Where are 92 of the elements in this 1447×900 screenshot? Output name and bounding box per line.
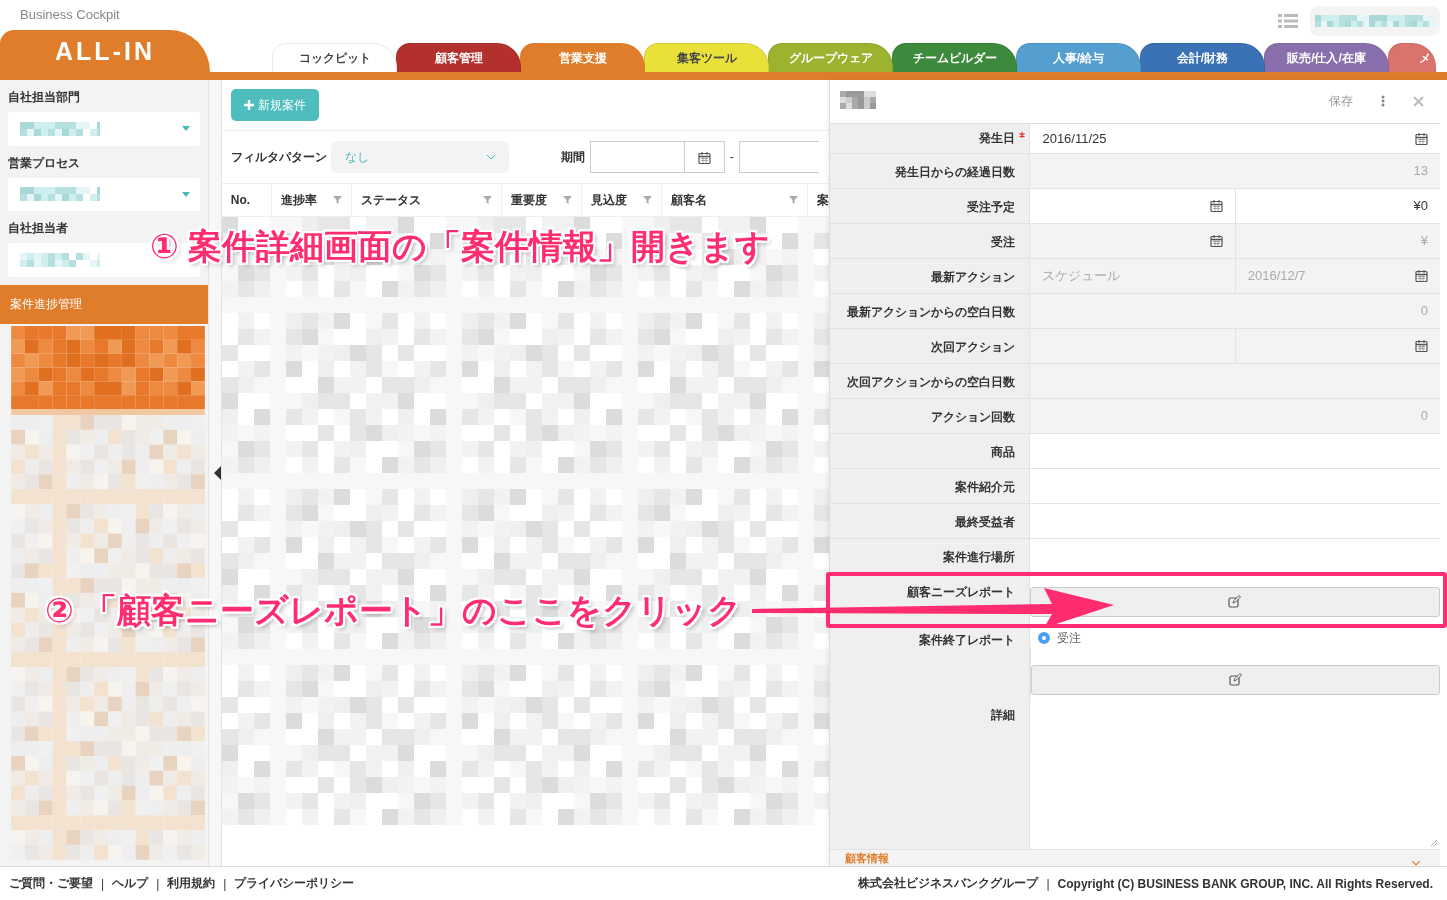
calendar-icon: [1415, 269, 1428, 283]
copyright-text: Copyright (C) BUSINESS BANK GROUP, INC. All Rights Reserved.: [1057, 876, 1433, 891]
column-header[interactable]: 進捗率: [271, 184, 352, 216]
filter-icon: [562, 196, 572, 204]
chevron-icon: [1412, 861, 1420, 866]
filter-label: 自社担当部門: [8, 89, 81, 106]
edit-icon: [1228, 673, 1243, 687]
field-label: 案件紹介元: [955, 478, 1016, 496]
footer-link[interactable]: 利用規約: [167, 875, 216, 892]
resize-grip-icon: [1431, 839, 1437, 846]
close-icon[interactable]: [1413, 95, 1424, 107]
list-icon: [1278, 13, 1298, 29]
caret-icon: [181, 126, 190, 132]
filter-icon: [332, 196, 342, 204]
field-label: 最終受益者: [955, 513, 1016, 531]
more-icon[interactable]: [1381, 95, 1385, 108]
date-field[interactable]: [738, 141, 819, 173]
filter-icon: [642, 196, 652, 204]
filter-icon: [788, 196, 798, 204]
calendar-button[interactable]: [684, 141, 725, 173]
field-label: 受注予定: [967, 198, 1016, 216]
field-label: 詳細: [991, 706, 1016, 724]
field-label: 次回アクションからの空白日数: [847, 373, 1016, 391]
logo[interactable]: ALL-IN: [0, 30, 210, 72]
filter-label: 自社担当者: [8, 220, 69, 238]
column-header[interactable]: ステータス: [351, 184, 502, 216]
nav-tab[interactable]: 販売/仕入/在庫: [1264, 43, 1389, 72]
field-label: 最新アクションからの空白日数: [847, 303, 1016, 321]
separator: |: [101, 876, 105, 891]
edit-icon: [1228, 595, 1243, 609]
nav-tab[interactable]: チームビルダー: [892, 43, 1017, 72]
field-label: 次回アクション: [931, 338, 1016, 356]
nav-tab[interactable]: 集客ツール: [644, 43, 769, 72]
annotation-text: ① 案件詳細画面の「案件情報」開きます: [150, 226, 771, 267]
radio-button[interactable]: [1038, 632, 1051, 645]
field-label: 商品: [991, 443, 1016, 461]
calendar-icon: [1209, 199, 1223, 213]
date-field[interactable]: [589, 141, 685, 173]
column-header[interactable]: 見込度: [581, 184, 662, 216]
caret-icon: [181, 191, 190, 197]
dropdown[interactable]: [8, 112, 200, 146]
app-title: Business Cockpit: [20, 7, 120, 22]
calendar-icon: [1415, 339, 1428, 353]
field-label: 受注: [991, 233, 1016, 251]
filter-label: フィルタパターン: [230, 148, 327, 166]
nav-tab[interactable]: グループウェア: [768, 43, 893, 72]
period-label: 期間: [560, 148, 585, 166]
field-label: 発生日: [979, 129, 1016, 147]
filter-icon: [482, 196, 492, 204]
column-header[interactable]: 重要度: [501, 184, 582, 216]
calendar-icon: [697, 150, 711, 164]
save-button[interactable]: 保存: [1329, 92, 1353, 110]
dropdown[interactable]: なし: [330, 141, 509, 173]
calendar-icon: [1415, 131, 1428, 145]
column-header[interactable]: 顧客名: [661, 184, 808, 216]
range-separator: -: [729, 150, 734, 164]
calendar-icon: [1209, 234, 1223, 248]
dropdown[interactable]: [8, 177, 200, 212]
column-header[interactable]: 案: [807, 184, 830, 216]
nav-tab[interactable]: 人事/給与: [1016, 43, 1141, 72]
field-label: アクション回数: [931, 408, 1016, 426]
plus-icon: [243, 100, 254, 110]
nav-tab[interactable]: コックピット: [272, 43, 397, 72]
footer-link[interactable]: プライバシーポリシー: [234, 875, 355, 892]
new-button[interactable]: 新規案件: [230, 89, 319, 121]
filter-label: 営業プロセス: [8, 154, 81, 172]
column-header[interactable]: No.: [221, 184, 272, 216]
edit-button[interactable]: [1030, 586, 1440, 617]
collapse-icon[interactable]: [213, 466, 221, 480]
footer-link[interactable]: ヘルプ: [112, 875, 149, 892]
footer-link[interactable]: ご質問・ご要望: [9, 875, 93, 892]
nav-tab[interactable]: メ: [1388, 43, 1436, 72]
field-label: 最新アクション: [931, 268, 1016, 286]
nav-tab[interactable]: 顧客管理: [396, 43, 521, 72]
chevron-icon: [486, 154, 495, 160]
field-label: 案件終了レポート: [919, 631, 1016, 649]
field-label: 案件進行場所: [943, 548, 1016, 566]
section-title[interactable]: 顧客情報: [845, 851, 890, 866]
required-icon: [1019, 131, 1026, 138]
separator: |: [156, 876, 160, 891]
section-header[interactable]: 案件進捗管理: [0, 284, 208, 325]
nav-tab[interactable]: 会計/財務: [1140, 43, 1265, 72]
field-label: 顧客ニーズレポート: [907, 583, 1016, 601]
field-label: 発生日からの経過日数: [895, 163, 1016, 181]
edit-button[interactable]: [1031, 664, 1440, 695]
radio-label: 受注: [1057, 629, 1082, 647]
annotation-text: ② 「顧客ニーズレポート」のここをクリック: [45, 590, 743, 631]
company-name: 株式会社ビジネスバンクグループ: [858, 875, 1039, 892]
user-field[interactable]: [1310, 6, 1440, 36]
separator: |: [1046, 876, 1050, 891]
separator: |: [223, 876, 227, 891]
nav-tab[interactable]: 営業支援: [520, 43, 645, 74]
